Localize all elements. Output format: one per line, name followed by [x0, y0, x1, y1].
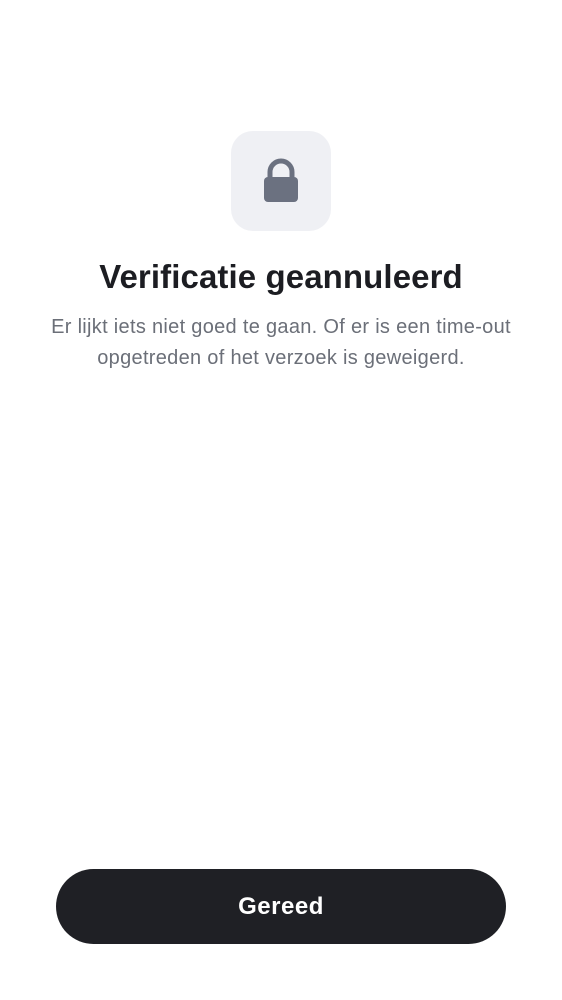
status-message: Er lijkt iets niet goed te gaan. Of er i…: [51, 316, 511, 369]
lock-icon: [261, 157, 301, 205]
page-title: Verificatie geannuleerd: [99, 258, 463, 295]
lock-icon-tile: [231, 131, 331, 231]
verification-cancelled-screen: Verificatie geannuleerd Er lijkt iets ni…: [0, 0, 562, 1000]
done-button[interactable]: Gereed: [56, 869, 506, 944]
